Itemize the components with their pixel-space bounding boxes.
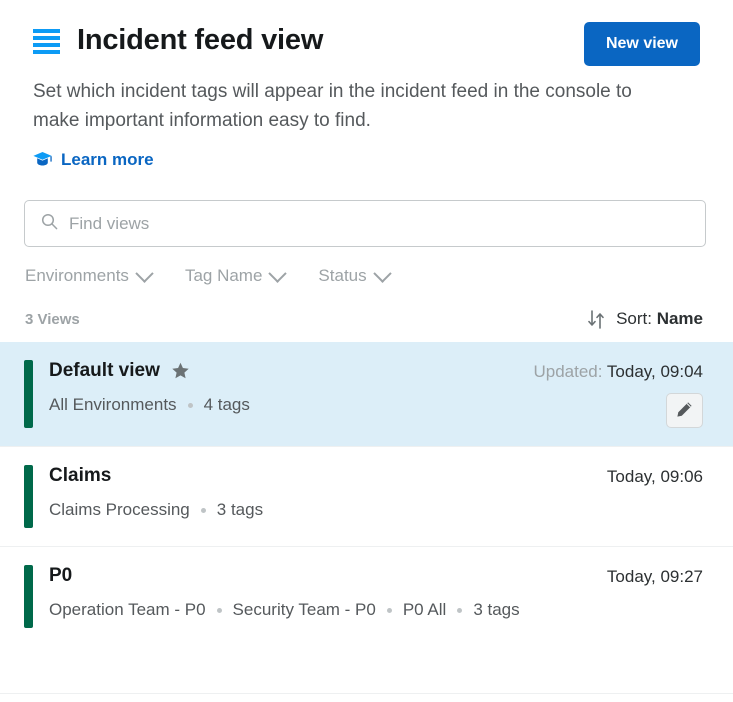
row-title: P0 xyxy=(49,565,607,587)
title-group: Incident feed view xyxy=(33,22,323,55)
learn-more-label: Learn more xyxy=(61,149,154,169)
menu-bar xyxy=(33,29,60,33)
filter-tag-name[interactable]: Tag Name xyxy=(184,264,288,286)
row-main: P0 Operation Team - P0 Security Team - P… xyxy=(33,565,607,620)
menu-bar xyxy=(33,36,60,40)
row-main: Default view All Environments 4 tags xyxy=(33,360,533,415)
updated-label: Updated: xyxy=(533,362,607,382)
row-right: Today, 09:27 xyxy=(607,565,703,587)
row-date: Updated: Today, 09:04 xyxy=(533,362,703,382)
filter-bar: Environments Tag Name Status xyxy=(25,264,733,286)
view-count-label: 3 Views xyxy=(25,310,80,328)
row-right: Today, 09:06 xyxy=(607,465,703,487)
meta-item: Security Team - P0 xyxy=(232,600,376,620)
meta-separator-dot xyxy=(216,607,222,613)
views-list: Default view All Environments 4 tags Upd… xyxy=(0,342,733,647)
sort-value: Name xyxy=(656,309,703,329)
chevron-down-icon xyxy=(268,264,288,283)
row-right: Updated: Today, 09:04 xyxy=(533,360,703,429)
meta-item: All Environments xyxy=(49,395,177,415)
incident-feed-view-page: Incident feed view New view Set which in… xyxy=(0,0,733,702)
search-icon xyxy=(41,213,58,235)
row-main: Claims Claims Processing 3 tags xyxy=(33,465,607,520)
table-row[interactable]: Claims Claims Processing 3 tags Today, 0… xyxy=(0,446,733,547)
page-header: Incident feed view New view xyxy=(0,0,733,66)
filter-status-label: Status xyxy=(318,266,367,286)
list-bottom-divider xyxy=(0,693,733,694)
hamburger-menu-icon[interactable] xyxy=(33,27,60,54)
filter-tag-name-label: Tag Name xyxy=(184,266,263,286)
search-section xyxy=(24,200,706,248)
learn-more-link[interactable]: Learn more xyxy=(33,150,154,170)
edit-view-button[interactable] xyxy=(666,393,703,429)
view-name: P0 xyxy=(49,565,73,587)
graduation-cap-icon xyxy=(33,151,52,168)
table-row[interactable]: P0 Operation Team - P0 Security Team - P… xyxy=(0,546,733,647)
search-box[interactable] xyxy=(24,200,706,248)
date-value: Today, 09:27 xyxy=(606,567,703,587)
meta-item: P0 All xyxy=(402,600,447,620)
row-meta: Claims Processing 3 tags xyxy=(49,500,607,520)
sort-control[interactable]: Sort: Name xyxy=(588,309,703,329)
meta-separator-dot xyxy=(457,607,463,613)
view-name: Default view xyxy=(49,360,160,382)
row-status-bar xyxy=(24,360,33,429)
chevron-down-icon xyxy=(372,264,392,283)
filter-environments[interactable]: Environments xyxy=(25,264,154,286)
row-status-bar xyxy=(24,465,33,529)
row-title: Claims xyxy=(49,465,607,487)
filter-status[interactable]: Status xyxy=(318,264,392,286)
filter-environments-label: Environments xyxy=(25,266,129,286)
new-view-button[interactable]: New view xyxy=(583,22,700,66)
meta-separator-dot xyxy=(200,507,206,513)
date-value: Today, 09:04 xyxy=(606,362,703,382)
view-name: Claims xyxy=(49,465,112,487)
sort-label: Sort: Name xyxy=(616,309,703,329)
meta-item: Claims Processing xyxy=(49,500,190,520)
meta-separator-dot xyxy=(187,402,193,408)
sort-prefix: Sort: xyxy=(616,309,657,329)
meta-item: 3 tags xyxy=(216,500,264,520)
star-filled-icon[interactable] xyxy=(171,362,190,381)
meta-separator-dot xyxy=(386,607,392,613)
row-meta: All Environments 4 tags xyxy=(49,395,533,415)
page-description: Set which incident tags will appear in t… xyxy=(33,81,632,131)
row-date: Today, 09:06 xyxy=(607,467,703,487)
page-title: Incident feed view xyxy=(77,24,324,56)
meta-item: 3 tags xyxy=(473,600,520,620)
row-title: Default view xyxy=(49,360,533,382)
menu-bar xyxy=(33,50,60,54)
menu-bar xyxy=(33,43,60,47)
pencil-edit-icon xyxy=(676,401,693,421)
sort-arrows-icon xyxy=(588,309,605,329)
list-toolbar: 3 Views Sort: Name xyxy=(25,309,703,329)
search-input[interactable] xyxy=(69,213,689,234)
row-meta: Operation Team - P0 Security Team - P0 P… xyxy=(49,600,607,620)
row-date: Today, 09:27 xyxy=(607,567,703,587)
meta-item: Operation Team - P0 xyxy=(49,600,206,620)
row-status-bar xyxy=(24,565,33,629)
table-row[interactable]: Default view All Environments 4 tags Upd… xyxy=(0,342,733,447)
date-value: Today, 09:06 xyxy=(606,467,703,487)
meta-item: 4 tags xyxy=(203,395,250,415)
chevron-down-icon xyxy=(135,264,154,283)
